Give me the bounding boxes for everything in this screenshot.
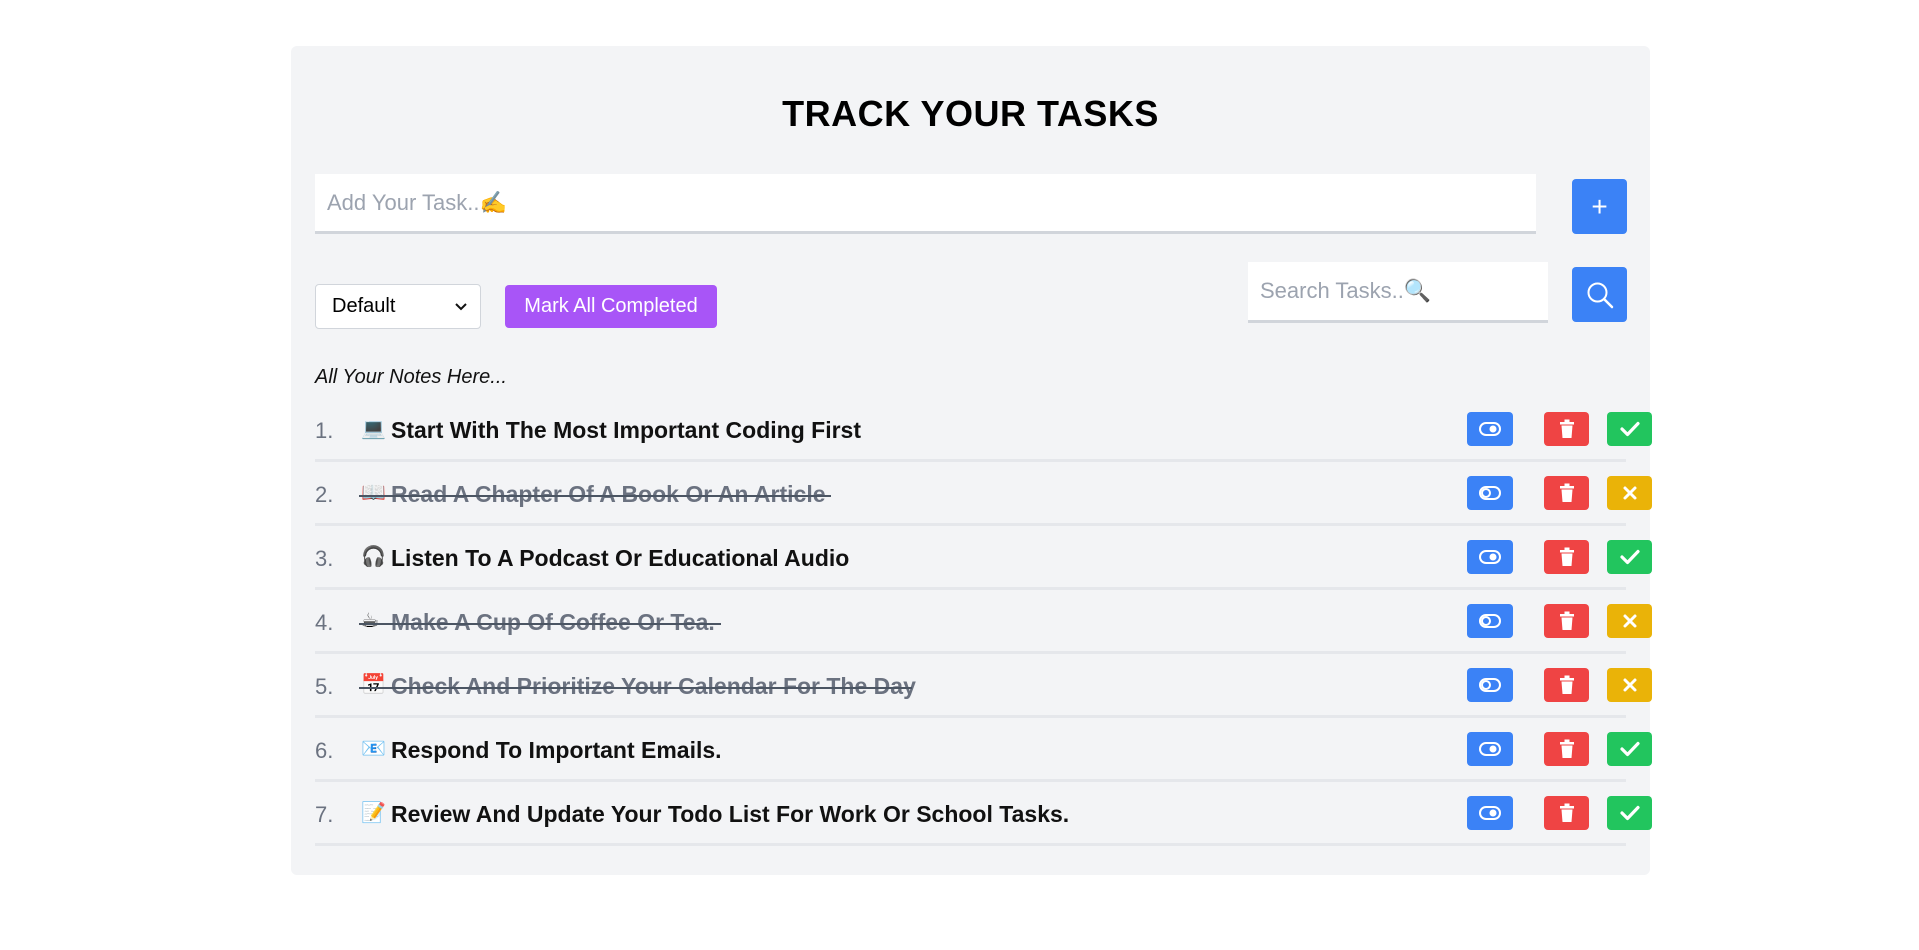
- trash-icon: [1559, 803, 1575, 823]
- task-number: 2.: [315, 482, 334, 507]
- task-text: Listen To A Podcast Or Educational Audio: [391, 545, 850, 571]
- trash-icon: [1559, 483, 1575, 503]
- toggle-on-icon: [1479, 806, 1501, 820]
- task-row: 1. 💻 Start With The Most Important Codin…: [315, 400, 1652, 462]
- toggle-task-button[interactable]: [1467, 604, 1513, 638]
- task-row: 6. 📧 Respond To Important Emails.: [315, 720, 1652, 782]
- task-row: 4. ☕ Make A Cup Of Coffee Or Tea.: [315, 592, 1652, 654]
- toggle-off-icon: [1479, 678, 1501, 692]
- task-emoji-icon: 📝: [361, 802, 386, 824]
- toggle-on-icon: [1479, 422, 1501, 436]
- task-text: Start With The Most Important Coding Fir…: [391, 417, 861, 443]
- undo-complete-button[interactable]: [1607, 604, 1652, 638]
- search-button[interactable]: [1572, 267, 1627, 322]
- delete-task-button[interactable]: [1544, 476, 1589, 510]
- delete-task-button[interactable]: [1544, 732, 1589, 766]
- toggle-task-button[interactable]: [1467, 796, 1513, 830]
- toggle-task-button[interactable]: [1467, 668, 1513, 702]
- complete-task-button[interactable]: [1607, 796, 1652, 830]
- delete-task-button[interactable]: [1544, 540, 1589, 574]
- task-number: 4.: [315, 610, 334, 635]
- add-task-input[interactable]: [315, 174, 1536, 234]
- task-card: TRACK YOUR TASKS + Default Mark All Comp…: [291, 46, 1652, 875]
- toggle-task-button[interactable]: [1467, 732, 1513, 766]
- add-task-button[interactable]: +: [1572, 179, 1627, 234]
- close-icon: [1622, 613, 1638, 629]
- undo-complete-button[interactable]: [1607, 668, 1652, 702]
- trash-icon: [1559, 419, 1575, 439]
- toggle-on-icon: [1479, 550, 1501, 564]
- close-icon: [1622, 677, 1638, 693]
- toggle-off-icon: [1479, 614, 1501, 628]
- check-icon: [1619, 421, 1640, 437]
- task-number: 7.: [315, 802, 334, 827]
- task-row: 2. 📖 Read A Chapter Of A Book Or An Arti…: [315, 464, 1652, 526]
- task-text: Respond To Important Emails.: [391, 737, 722, 763]
- task-row: 3. 🎧 Listen To A Podcast Or Educational …: [315, 528, 1652, 590]
- task-number: 5.: [315, 674, 334, 699]
- check-icon: [1619, 805, 1640, 821]
- strikethrough-line: [359, 623, 721, 625]
- task-emoji-icon: 🎧: [361, 546, 386, 568]
- task-emoji-icon: 📧: [361, 738, 386, 760]
- toggle-task-button[interactable]: [1467, 412, 1513, 446]
- task-emoji-icon: 📅: [361, 674, 386, 696]
- task-list: 1. 💻 Start With The Most Important Codin…: [315, 400, 1652, 848]
- trash-icon: [1559, 675, 1575, 695]
- task-number: 6.: [315, 738, 334, 763]
- filter-select[interactable]: Default: [315, 284, 481, 329]
- task-number: 1.: [315, 418, 334, 443]
- check-icon: [1619, 741, 1640, 757]
- toggle-on-icon: [1479, 742, 1501, 756]
- undo-complete-button[interactable]: [1607, 476, 1652, 510]
- plus-icon: +: [1591, 190, 1608, 222]
- toggle-off-icon: [1479, 486, 1501, 500]
- filter-selected-value: Default: [332, 295, 396, 317]
- notes-heading: All Your Notes Here...: [315, 366, 507, 388]
- task-row: 7. 📝 Review And Update Your Todo List Fo…: [315, 784, 1652, 846]
- trash-icon: [1559, 611, 1575, 631]
- complete-task-button[interactable]: [1607, 412, 1652, 446]
- toggle-task-button[interactable]: [1467, 476, 1513, 510]
- chevron-down-icon: [454, 302, 468, 312]
- trash-icon: [1559, 547, 1575, 567]
- search-icon: [1585, 280, 1615, 310]
- task-number: 3.: [315, 546, 334, 571]
- task-emoji-icon: 💻: [361, 418, 386, 440]
- task-emoji-icon: 📖: [361, 482, 386, 504]
- toggle-task-button[interactable]: [1467, 540, 1513, 574]
- task-emoji-icon: ☕: [361, 610, 379, 632]
- task-row: 5. 📅 Check And Prioritize Your Calendar …: [315, 656, 1652, 718]
- delete-task-button[interactable]: [1544, 604, 1589, 638]
- delete-task-button[interactable]: [1544, 796, 1589, 830]
- search-input[interactable]: [1248, 262, 1548, 323]
- complete-task-button[interactable]: [1607, 732, 1652, 766]
- strikethrough-line: [359, 495, 831, 497]
- trash-icon: [1559, 739, 1575, 759]
- complete-task-button[interactable]: [1607, 540, 1652, 574]
- delete-task-button[interactable]: [1544, 412, 1589, 446]
- strikethrough-line: [359, 687, 912, 689]
- page-title: TRACK YOUR TASKS: [782, 93, 1159, 134]
- task-text: Review And Update Your Todo List For Wor…: [391, 801, 1070, 827]
- close-icon: [1622, 485, 1638, 501]
- check-icon: [1619, 549, 1640, 565]
- delete-task-button[interactable]: [1544, 668, 1589, 702]
- mark-all-completed-button[interactable]: Mark All Completed: [505, 285, 717, 328]
